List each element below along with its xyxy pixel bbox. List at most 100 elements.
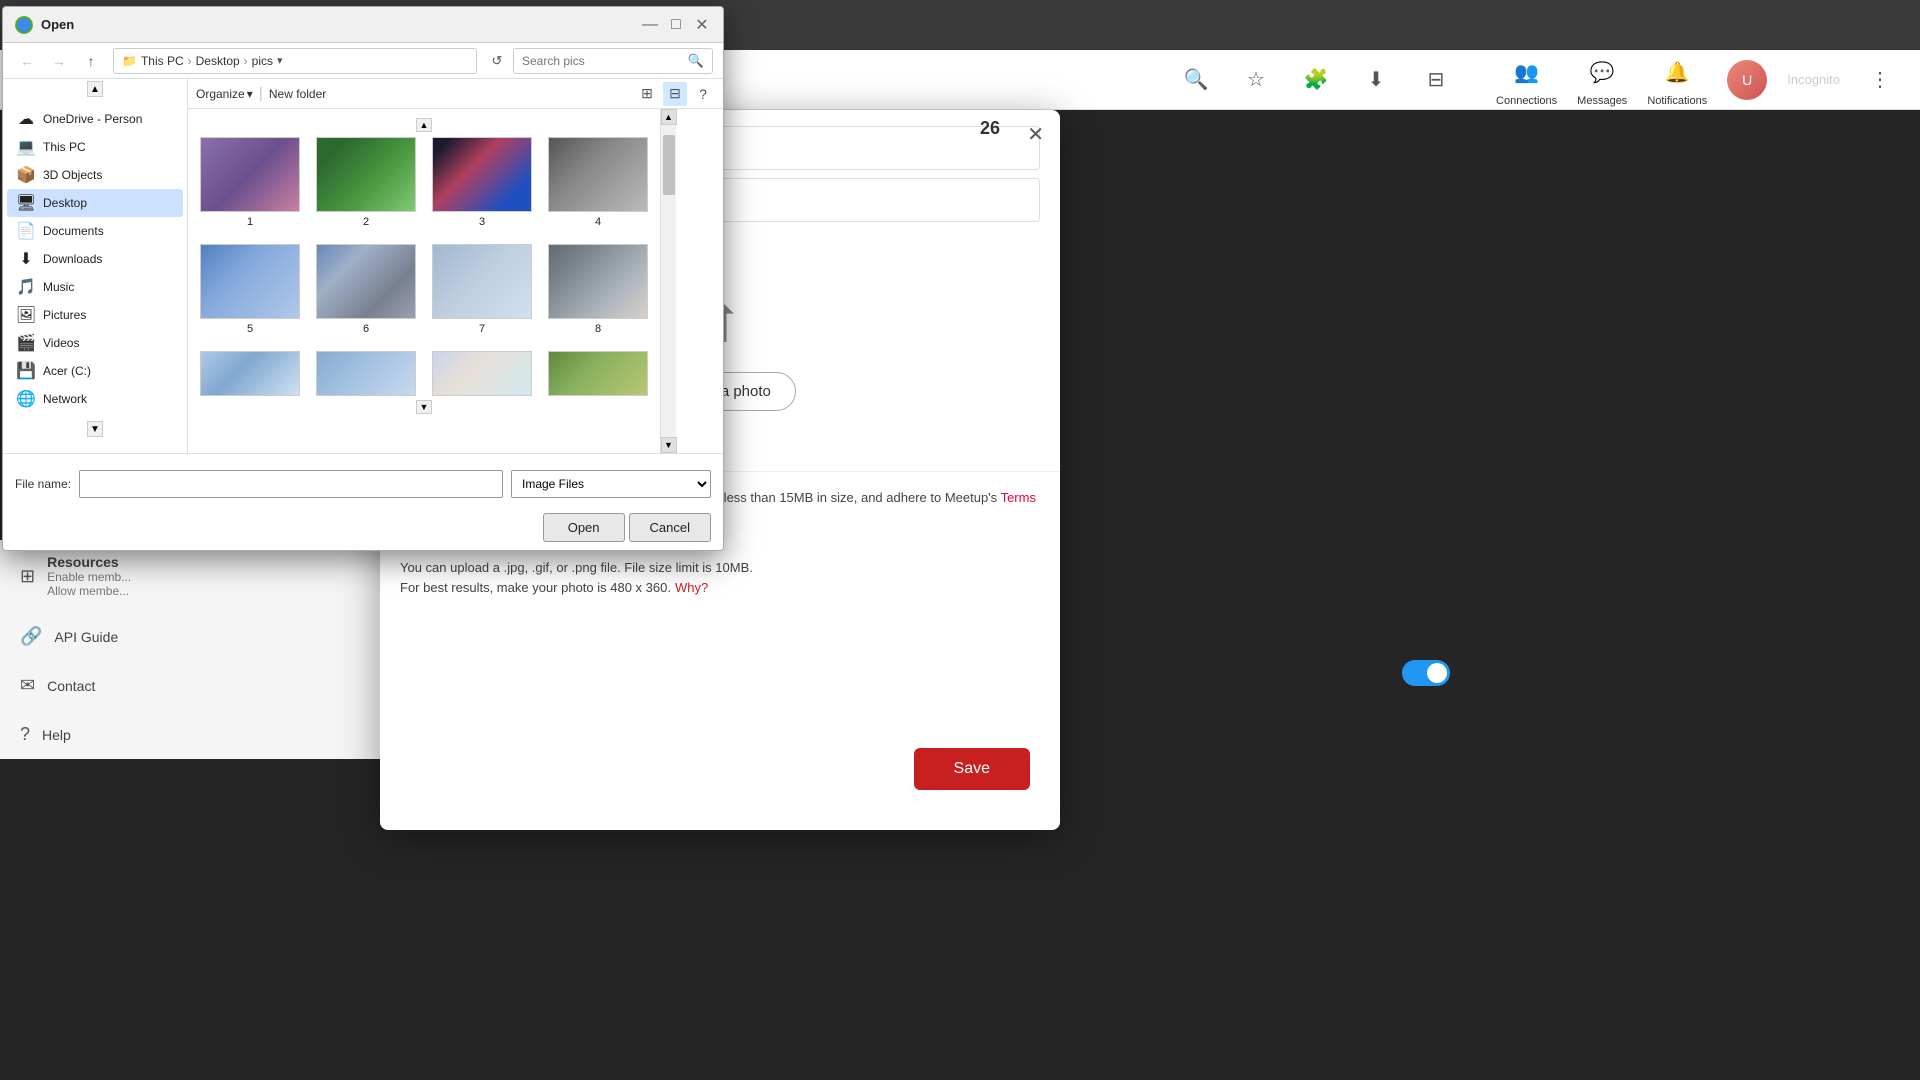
more-menu-icon[interactable]: ⋮ [1860, 60, 1900, 100]
file-item-12[interactable] [544, 347, 652, 400]
sidebar-scroll-bottom: ▼ [3, 419, 187, 439]
open-button[interactable]: Open [543, 513, 625, 542]
breadcrumb-sep-1: › [188, 54, 192, 68]
scrollbar-down-button[interactable]: ▼ [661, 437, 677, 453]
file-item-9[interactable] [196, 347, 304, 400]
search-submit-button[interactable]: 🔍 [688, 53, 704, 69]
grid-scroll-up-button[interactable]: ▲ [416, 118, 432, 132]
file-item-5[interactable]: 5 [196, 240, 304, 339]
upload-dialog-close-button[interactable]: ✕ [1027, 122, 1044, 147]
sidebar-item-videos[interactable]: 🎬 Videos [7, 329, 183, 357]
sidebar-scroll-top: ▲ [3, 79, 187, 99]
pictures-icon: 🖼 [17, 306, 35, 324]
file-item-6[interactable]: 6 [312, 240, 420, 339]
sidebar-item-onedrive[interactable]: ☁ OneDrive - Person [7, 105, 183, 133]
file-item-8[interactable]: 8 [544, 240, 652, 339]
nav-back-button[interactable]: ← [13, 47, 41, 75]
breadcrumb-sep-2: › [244, 54, 248, 68]
file-item-10[interactable] [312, 347, 420, 400]
api-guide-sidebar-item[interactable]: 🔗 API Guide [0, 612, 380, 661]
dialog-sidebar: ☁ OneDrive - Person 💻 This PC 📦 3D Objec… [3, 99, 188, 419]
sidebar-scroll-down-button[interactable]: ▼ [87, 421, 103, 437]
bookmark-icon[interactable]: ☆ [1236, 60, 1276, 100]
sidebar-item-acer[interactable]: 💾 Acer (C:) [7, 357, 183, 385]
sidebar-item-music-label: Music [43, 280, 74, 294]
scrollbar-thumb[interactable] [663, 135, 675, 195]
connections-icon[interactable]: 👥 [1507, 53, 1547, 93]
sidebar-item-acer-label: Acer (C:) [43, 364, 91, 378]
file-open-dialog: Open — □ ✕ ← → ↑ 📁 This PC › Desktop › p… [2, 6, 724, 551]
file-grid: 1 2 3 4 [196, 133, 652, 400]
file-thumb-2 [316, 137, 416, 212]
sidebar-scroll-up-button[interactable]: ▲ [87, 81, 103, 97]
sidebar-item-pictures[interactable]: 🖼 Pictures [7, 301, 183, 329]
grid-scroll-down-button[interactable]: ▼ [416, 400, 432, 414]
messages-icon[interactable]: 💬 [1582, 53, 1622, 93]
sidebar-item-desktop[interactable]: 🖥 Desktop [7, 189, 183, 217]
notifications-icon[interactable]: 🔔 [1657, 53, 1697, 93]
sidebar-toggle-icon[interactable]: ⊟ [1416, 60, 1456, 100]
file-name-1: 1 [247, 216, 253, 228]
search-header-icon[interactable]: 🔍 [1176, 60, 1216, 100]
file-name-7: 7 [479, 323, 485, 335]
file-item-2[interactable]: 2 [312, 133, 420, 232]
sidebar-item-downloads[interactable]: ⬇ Downloads [7, 245, 183, 273]
grid-scroll-bottom: ▼ [196, 400, 652, 416]
notifications-label: Notifications [1647, 95, 1707, 107]
dialog-main: ▲ ☁ OneDrive - Person 💻 This PC 📦 3D Obj… [3, 79, 723, 453]
file-item-3[interactable]: 3 [428, 133, 536, 232]
file-item-11[interactable] [428, 347, 536, 400]
file-name-4: 4 [595, 216, 601, 228]
sidebar-item-music[interactable]: 🎵 Music [7, 273, 183, 301]
sidebar-item-desktop-label: Desktop [43, 196, 87, 210]
file-item-4[interactable]: 4 [544, 133, 652, 232]
contact-sidebar-item[interactable]: ✉ Contact [0, 661, 380, 710]
view-split-button[interactable]: ⊞ [635, 82, 659, 106]
filetype-select[interactable]: Image Files All Files [511, 470, 711, 498]
notifications-group: 🔔 Notifications [1647, 53, 1707, 107]
organize-button[interactable]: Organize ▾ [196, 87, 253, 101]
dialog-close-button[interactable]: ✕ [693, 16, 711, 34]
sidebar-item-documents[interactable]: 📄 Documents [7, 217, 183, 245]
nav-forward-button[interactable]: → [45, 47, 73, 75]
download-header-icon[interactable]: ⬇ [1356, 60, 1396, 100]
why-link[interactable]: Why? [675, 578, 708, 599]
help-sidebar-item[interactable]: ? Help [0, 710, 380, 759]
refresh-button[interactable]: ↺ [485, 49, 509, 73]
save-button[interactable]: Save [914, 748, 1030, 790]
documents-icon: 📄 [17, 222, 35, 240]
messages-label: Messages [1577, 95, 1627, 107]
view-grid-button[interactable]: ⊟ [663, 82, 687, 106]
scrollbar-up-button[interactable]: ▲ [661, 109, 677, 125]
dialog-minimize-button[interactable]: — [641, 16, 659, 34]
sidebar-item-network-label: Network [43, 392, 87, 406]
dialog-maximize-button[interactable]: □ [667, 16, 685, 34]
user-avatar[interactable]: U [1727, 60, 1767, 100]
enable-members-text: Enable memb... [47, 570, 131, 584]
view-help-button[interactable]: ? [691, 82, 715, 106]
contact-icon: ✉ [20, 675, 35, 696]
search-input[interactable] [522, 54, 684, 68]
dialog-file-content: Organize ▾ | New folder ⊞ ⊟ ? ▲ [188, 79, 723, 453]
new-folder-button[interactable]: New folder [269, 87, 326, 101]
file-item-1[interactable]: 1 [196, 133, 304, 232]
breadcrumb-bar: 📁 This PC › Desktop › pics ▾ [113, 48, 477, 74]
sidebar-item-pictures-label: Pictures [43, 308, 86, 322]
breadcrumb-dropdown-button[interactable]: ▾ [277, 54, 283, 67]
nav-up-button[interactable]: ↑ [77, 47, 105, 75]
upload-info-small-2: For best results, make your photo is 480… [400, 578, 671, 599]
file-grid-scrollable: ▲ 1 2 3 [188, 109, 723, 453]
file-name-8: 8 [595, 323, 601, 335]
contact-label: Contact [47, 678, 95, 694]
sidebar-item-thispc[interactable]: 💻 This PC [7, 133, 183, 161]
search-box: 🔍 [513, 48, 713, 74]
cancel-button[interactable]: Cancel [629, 513, 711, 542]
resources-label: Resources [47, 554, 131, 570]
file-item-7[interactable]: 7 [428, 240, 536, 339]
user-avatar-group: U [1727, 60, 1767, 100]
sidebar-item-network[interactable]: 🌐 Network [7, 385, 183, 413]
extensions-icon[interactable]: 🧩 [1296, 60, 1336, 100]
enable-toggle[interactable]: ✓ [1402, 660, 1450, 686]
sidebar-item-3dobjects[interactable]: 📦 3D Objects [7, 161, 183, 189]
filename-input[interactable] [79, 470, 503, 498]
